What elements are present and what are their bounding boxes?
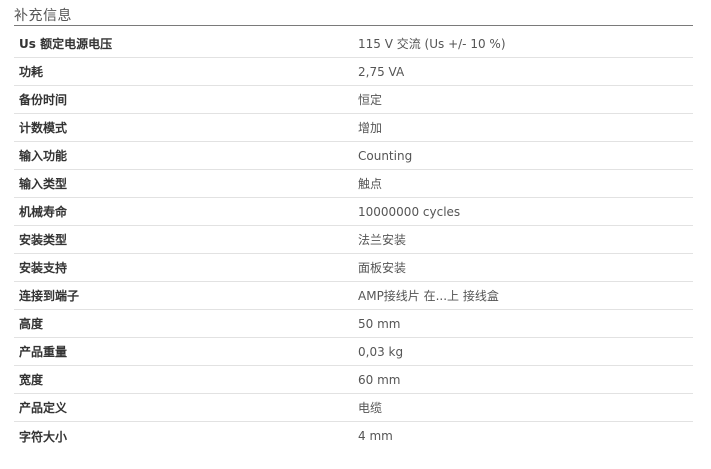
spec-row-width: 宽度 60 mm bbox=[14, 366, 693, 394]
spec-value: 0,03 kg bbox=[358, 344, 404, 359]
spec-value: 电缆 bbox=[358, 401, 383, 415]
spec-value: 10000000 cycles bbox=[358, 204, 461, 219]
spec-value: 4 mm bbox=[358, 429, 393, 443]
title-divider bbox=[14, 25, 693, 26]
spec-row-mechanical-durability: 机械寿命 10000000 cycles bbox=[14, 198, 693, 226]
spec-row-product-weight: 产品重量 0,03 kg bbox=[14, 338, 693, 366]
spec-label: 输入功能 bbox=[19, 149, 68, 163]
spec-value: 恒定 bbox=[358, 93, 383, 107]
spec-row-height: 高度 50 mm bbox=[14, 310, 693, 338]
supplementary-info-panel: 补充信息 Us 额定电源电压 115 V 交流 (Us +/- 10 %) 功耗… bbox=[0, 0, 711, 469]
spec-label: 连接到端子 bbox=[19, 289, 80, 303]
spec-row-mounting-support: 安装支持 面板安装 bbox=[14, 254, 693, 282]
spec-value: 60 mm bbox=[358, 372, 401, 387]
spec-row-connections-terminals: 连接到端子 AMP接线片 在...上 接线盒 bbox=[14, 282, 693, 310]
spec-label: Us 额定电源电压 bbox=[19, 37, 113, 51]
spec-row-power-consumption: 功耗 2,75 VA bbox=[14, 58, 693, 86]
spec-label: 备份时间 bbox=[19, 93, 68, 107]
spec-row-rated-voltage: Us 额定电源电压 115 V 交流 (Us +/- 10 %) bbox=[14, 30, 693, 58]
spec-value: 法兰安装 bbox=[358, 233, 407, 247]
spec-row-counting-mode: 计数模式 增加 bbox=[14, 114, 693, 142]
spec-row-mounting-type: 安装类型 法兰安装 bbox=[14, 226, 693, 254]
spec-label: 安装类型 bbox=[19, 233, 68, 247]
spec-value: 增加 bbox=[358, 121, 383, 135]
spec-row-input-function: 输入功能 Counting bbox=[14, 142, 693, 170]
spec-label: 宽度 bbox=[19, 373, 44, 387]
spec-value: AMP接线片 在...上 接线盒 bbox=[358, 289, 499, 303]
spec-value: 50 mm bbox=[358, 316, 401, 331]
spec-label: 机械寿命 bbox=[19, 205, 68, 219]
spec-table: Us 额定电源电压 115 V 交流 (Us +/- 10 %) 功耗 2,75… bbox=[14, 30, 693, 450]
spec-value: 115 V 交流 (Us +/- 10 %) bbox=[358, 37, 506, 51]
spec-value: Counting bbox=[358, 148, 413, 163]
spec-row-character-size: 字符大小 4 mm bbox=[14, 422, 693, 450]
spec-label: 字符大小 bbox=[19, 429, 68, 444]
spec-value: 触点 bbox=[358, 177, 383, 191]
spec-label: 输入类型 bbox=[19, 177, 68, 191]
spec-label: 产品重量 bbox=[19, 345, 68, 359]
spec-label: 计数模式 bbox=[19, 121, 68, 135]
section-title: 补充信息 bbox=[14, 8, 72, 24]
spec-value: 面板安装 bbox=[358, 261, 407, 275]
spec-label: 产品定义 bbox=[19, 401, 68, 415]
spec-row-product-definition: 产品定义 电缆 bbox=[14, 394, 693, 422]
spec-label: 高度 bbox=[19, 317, 44, 331]
spec-label: 安装支持 bbox=[19, 261, 68, 275]
spec-label: 功耗 bbox=[19, 65, 44, 79]
spec-row-input-type: 输入类型 触点 bbox=[14, 170, 693, 198]
spec-row-backup-time: 备份时间 恒定 bbox=[14, 86, 693, 114]
spec-value: 2,75 VA bbox=[358, 64, 405, 79]
